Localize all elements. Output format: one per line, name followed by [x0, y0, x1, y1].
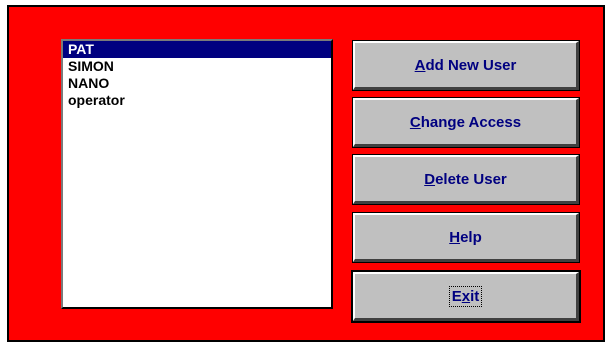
exit-button-label: Exit — [448, 285, 483, 307]
delete-user-button[interactable]: Delete User — [352, 154, 580, 205]
change-access-button-label: Change Access — [409, 113, 522, 131]
exit-button[interactable]: Exit — [351, 270, 581, 323]
user-list-item-pat[interactable]: PAT — [63, 41, 331, 58]
add-new-user-button[interactable]: Add New User — [352, 40, 580, 91]
add-new-user-button-label: Add New User — [414, 56, 517, 74]
change-access-button[interactable]: Change Access — [352, 97, 580, 148]
user-listbox[interactable]: PAT SIMON NANO operator — [61, 39, 333, 309]
user-list-item-nano[interactable]: NANO — [63, 75, 331, 92]
delete-user-button-label: Delete User — [424, 170, 507, 188]
help-button[interactable]: Help — [352, 212, 580, 263]
help-button-label: Help — [449, 228, 482, 246]
user-manager-window: PAT SIMON NANO operator Add New User Cha… — [7, 5, 605, 342]
user-list-item-operator[interactable]: operator — [63, 92, 331, 109]
user-list-item-simon[interactable]: SIMON — [63, 58, 331, 75]
